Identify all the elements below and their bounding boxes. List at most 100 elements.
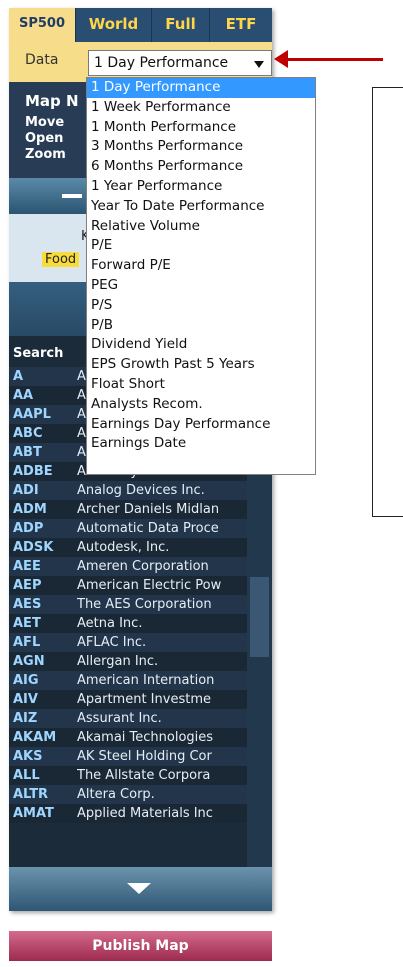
dropdown-option[interactable]: Earnings Day Performance [87, 415, 315, 435]
scroll-down-button[interactable] [9, 867, 272, 911]
stock-ticker: ADM [13, 502, 47, 517]
stock-ticker: AA [13, 388, 34, 403]
stock-name: American Electric Pow [77, 578, 222, 593]
stock-name: Autodesk, Inc. [77, 540, 170, 555]
zoom-hint: Zoom [25, 147, 66, 162]
dropdown-option[interactable]: Dividend Yield [87, 335, 315, 355]
data-select[interactable]: 1 Day Performance [88, 50, 272, 76]
data-dropdown-list: 1 Day Performance 1 Week Performance 1 Mon… [86, 77, 316, 475]
data-select-value: 1 Day Performance [94, 55, 229, 71]
dropdown-option[interactable]: 1 Month Performance [87, 118, 315, 138]
map-title: Map N [25, 92, 79, 110]
dropdown-option[interactable]: EPS Growth Past 5 Years [87, 355, 315, 375]
stock-name: Aetna Inc. [77, 616, 143, 631]
stock-name: Analog Devices Inc. [77, 483, 205, 498]
tab-full[interactable]: Full [152, 8, 210, 42]
dropdown-option[interactable]: P/E [87, 236, 315, 256]
stock-row[interactable]: AIZ Assurant Inc. [9, 709, 272, 728]
stock-ticker: A [13, 369, 24, 384]
stock-ticker: AES [13, 597, 42, 612]
stock-name: Applied Materials Inc [77, 806, 213, 821]
stock-name: The AES Corporation [77, 597, 212, 612]
stock-name: Archer Daniels Midlan [77, 502, 220, 517]
publish-map-button[interactable]: Publish Map [9, 931, 272, 961]
stock-name: The Allstate Corpora [77, 768, 211, 783]
dropdown-option[interactable]: Relative Volume [87, 217, 315, 237]
dropdown-option[interactable]: P/B [87, 316, 315, 336]
chevron-down-icon [254, 61, 264, 68]
stock-row[interactable]: ADI Analog Devices Inc. [9, 481, 272, 500]
dropdown-option[interactable]: PEG [87, 276, 315, 296]
map-area [372, 87, 403, 517]
stock-ticker: ALL [13, 768, 40, 783]
data-label: Data [25, 52, 59, 68]
stock-ticker: ADI [13, 483, 39, 498]
stock-name: American Internation [77, 673, 215, 688]
dropdown-option[interactable]: P/S [87, 296, 315, 316]
stock-name: Automatic Data Proce [77, 521, 219, 536]
dropdown-option[interactable]: Year To Date Performance [87, 197, 315, 217]
stock-row[interactable]: AIG American Internation [9, 671, 272, 690]
data-row: Data 1 Day Performance [9, 42, 272, 82]
stock-ticker: AGN [13, 654, 45, 669]
dropdown-option[interactable]: 1 Year Performance [87, 177, 315, 197]
stock-name: Apartment Investme [77, 692, 211, 707]
stock-row[interactable]: AES The AES Corporation [9, 595, 272, 614]
tab-etf[interactable]: ETF [210, 8, 272, 42]
stock-row[interactable]: ADM Archer Daniels Midlan [9, 500, 272, 519]
stock-ticker: ALTR [13, 787, 49, 802]
dropdown-option[interactable]: Earnings Date [87, 434, 315, 454]
stock-ticker: ABC [13, 426, 43, 441]
stock-ticker: AKS [13, 749, 43, 764]
dropdown-option[interactable]: 6 Months Performance [87, 157, 315, 177]
dropdown-option[interactable]: 1 Day Performance [87, 78, 315, 98]
arrow-annotation-line [283, 58, 383, 61]
stock-row[interactable]: AKAM Akamai Technologies [9, 728, 272, 747]
stock-row[interactable]: AEP American Electric Pow [9, 576, 272, 595]
dropdown-option[interactable]: Forward P/E [87, 256, 315, 276]
stock-ticker: AMAT [13, 806, 54, 821]
tab-world[interactable]: World [76, 8, 152, 42]
minus-icon [62, 194, 82, 198]
stock-name: Allergan Inc. [77, 654, 159, 669]
stock-ticker: AEP [13, 578, 42, 593]
scrollbar-thumb[interactable] [250, 577, 269, 657]
stock-row[interactable]: AMAT Applied Materials Inc [9, 804, 272, 823]
stock-row[interactable]: AFL AFLAC Inc. [9, 633, 272, 652]
stock-row[interactable]: ADP Automatic Data Proce [9, 519, 272, 538]
stock-ticker: ADSK [13, 540, 54, 555]
stock-row[interactable]: ALL The Allstate Corpora [9, 766, 272, 785]
map-instructions: Move Open Zoom [25, 115, 66, 163]
stock-ticker: ADP [13, 521, 44, 536]
stock-row[interactable]: AET Aetna Inc. [9, 614, 272, 633]
triangle-down-icon [127, 883, 151, 894]
stock-ticker: AIG [13, 673, 39, 688]
stock-ticker: AAPL [13, 407, 51, 422]
tab-sp500[interactable]: SP500 [9, 8, 76, 42]
stock-row[interactable]: AEE Ameren Corporation [9, 557, 272, 576]
tab-bar: SP500 World Full ETF [9, 8, 272, 42]
stock-row[interactable]: AIV Apartment Investme [9, 690, 272, 709]
stock-name: Ameren Corporation [77, 559, 209, 574]
dropdown-option[interactable]: Analysts Recom. [87, 395, 315, 415]
stock-ticker: AET [13, 616, 41, 631]
stock-ticker: ABT [13, 445, 42, 460]
stock-ticker: ADBE [13, 464, 53, 479]
dropdown-option[interactable]: 1 Week Performance [87, 98, 315, 118]
dropdown-option[interactable]: Float Short [87, 375, 315, 395]
stock-ticker: AEE [13, 559, 41, 574]
stock-row[interactable]: ADSK Autodesk, Inc. [9, 538, 272, 557]
open-hint: Open [25, 131, 64, 146]
move-hint: Move [25, 115, 65, 130]
stock-row[interactable]: ALTR Altera Corp. [9, 785, 272, 804]
legend-food[interactable]: Food [42, 252, 80, 267]
stock-name: AK Steel Holding Cor [77, 749, 212, 764]
stock-name: AFLAC Inc. [77, 635, 147, 650]
stock-ticker: AIZ [13, 711, 38, 726]
dropdown-option[interactable]: 3 Months Performance [87, 137, 315, 157]
stock-row[interactable]: AGN Allergan Inc. [9, 652, 272, 671]
stock-row[interactable]: AKS AK Steel Holding Cor [9, 747, 272, 766]
stock-ticker: AFL [13, 635, 41, 650]
stock-ticker: AIV [13, 692, 38, 707]
stock-ticker: AKAM [13, 730, 57, 745]
